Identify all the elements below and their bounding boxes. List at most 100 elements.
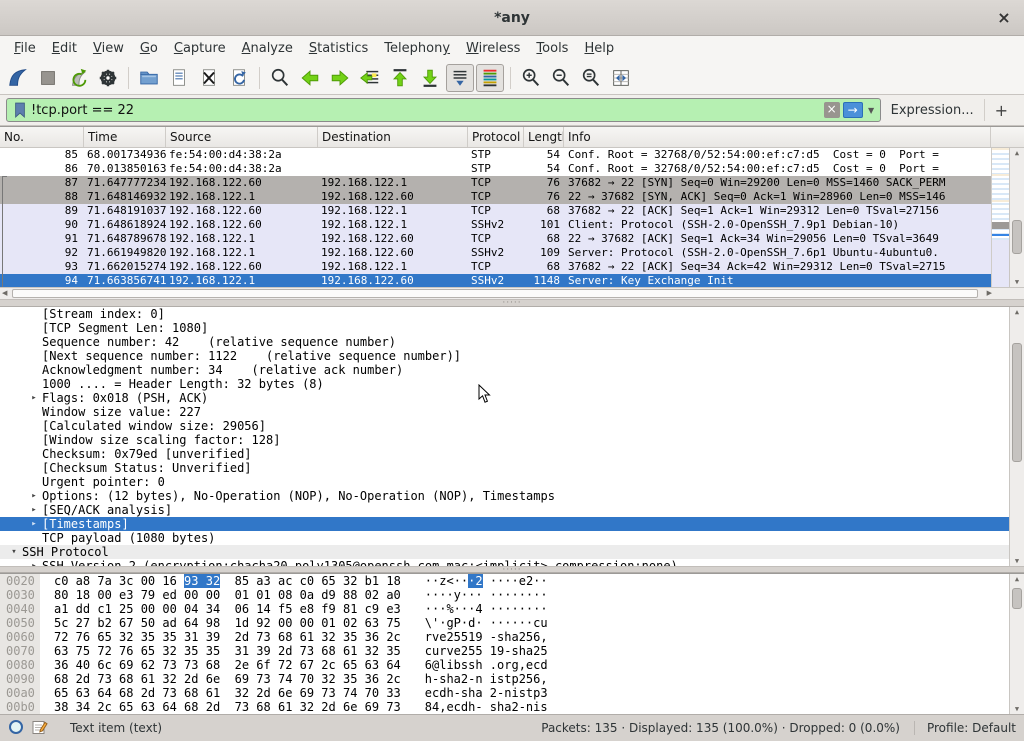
save-file-icon[interactable]	[165, 64, 193, 92]
details-vscrollbar[interactable]: ▲ ▼	[1009, 307, 1024, 566]
start-capture-icon[interactable]	[4, 64, 32, 92]
find-packet-icon[interactable]	[266, 64, 294, 92]
packet-row-94-selected[interactable]: 9471.663856741192.168.122.1192.168.122.6…	[0, 274, 991, 287]
hex-vscrollbar[interactable]: ▲ ▼	[1009, 574, 1024, 714]
menu-wireless[interactable]: Wireless	[458, 38, 528, 59]
menu-capture[interactable]: Capture	[166, 38, 234, 59]
hex-row[interactable]: 003080 18 00 e3 79 ed 00 00 01 01 08 0a …	[0, 588, 1024, 602]
colorize-icon[interactable]	[476, 64, 504, 92]
scroll-up-icon[interactable]: ▲	[1010, 149, 1024, 157]
menu-file[interactable]: File	[6, 38, 44, 59]
menu-go[interactable]: Go	[132, 38, 166, 59]
detail-line[interactable]: 1000 .... = Header Length: 32 bytes (8)	[0, 377, 1024, 391]
scrollbar-thumb[interactable]	[1012, 588, 1022, 609]
expander-icon[interactable]: ▸	[26, 503, 42, 517]
expander-icon[interactable]: ▸	[26, 391, 42, 405]
packet-row-91[interactable]: 9171.648789678192.168.122.1192.168.122.6…	[0, 232, 991, 246]
expression-button[interactable]: Expression...	[887, 103, 978, 118]
close-file-icon[interactable]	[195, 64, 223, 92]
detail-line[interactable]: Urgent pointer: 0	[0, 475, 1024, 489]
go-to-bottom-icon[interactable]	[416, 64, 444, 92]
column-header-destination[interactable]: Destination	[318, 127, 468, 147]
detail-line-seqack[interactable]: ▸[SEQ/ACK analysis]	[0, 503, 1024, 517]
menu-tools[interactable]: Tools	[528, 38, 576, 59]
filter-clear-icon[interactable]: ×	[824, 102, 840, 118]
expander-icon[interactable]: ▸	[26, 489, 42, 503]
detail-line[interactable]: [TCP Segment Len: 1080]	[0, 321, 1024, 335]
capture-options-icon[interactable]	[94, 64, 122, 92]
close-icon[interactable]: ×	[994, 7, 1014, 27]
scroll-right-icon[interactable]: ▶	[987, 289, 992, 297]
display-filter-input[interactable]: !tcp.port == 22 × → ▼	[6, 98, 881, 122]
detail-line-ssh-version[interactable]: ▸SSH Version 2 (encryption:chacha20-poly…	[0, 559, 1024, 566]
zoom-in-icon[interactable]	[517, 64, 545, 92]
packet-list-hscrollbar[interactable]: ◀ ▶	[0, 287, 1024, 299]
detail-line[interactable]: TCP payload (1080 bytes)	[0, 531, 1024, 545]
intelligent-scrollbar-minimap[interactable]	[991, 148, 1009, 287]
expander-icon[interactable]: ▸	[26, 559, 42, 566]
menu-view[interactable]: View	[85, 38, 132, 59]
menu-help[interactable]: Help	[576, 38, 622, 59]
open-file-icon[interactable]	[135, 64, 163, 92]
scroll-up-icon[interactable]: ▲	[1010, 575, 1024, 583]
go-to-top-icon[interactable]	[386, 64, 414, 92]
resize-columns-icon[interactable]	[607, 64, 635, 92]
column-header-time[interactable]: Time	[84, 127, 166, 147]
filter-bookmark-icon[interactable]	[13, 101, 27, 119]
detail-line-flags[interactable]: ▸Flags: 0x018 (PSH, ACK)	[0, 391, 1024, 405]
column-header-protocol[interactable]: Protocol	[468, 127, 524, 147]
packet-row-92[interactable]: 9271.661949820192.168.122.1192.168.122.6…	[0, 246, 991, 260]
hex-row[interactable]: 00b038 34 2c 65 63 64 68 2d 73 68 61 32 …	[0, 700, 1024, 714]
filter-apply-icon[interactable]: →	[843, 102, 863, 118]
detail-line[interactable]: [Stream index: 0]	[0, 307, 1024, 321]
menu-telephony[interactable]: Telephony	[376, 38, 458, 59]
menu-statistics[interactable]: Statistics	[301, 38, 376, 59]
column-header-source[interactable]: Source	[166, 127, 318, 147]
detail-line[interactable]: [Calculated window size: 29056]	[0, 419, 1024, 433]
column-header-no[interactable]: No.	[0, 127, 84, 147]
hex-row[interactable]: 007063 75 72 76 65 32 35 35 31 39 2d 73 …	[0, 644, 1024, 658]
reload-file-icon[interactable]	[225, 64, 253, 92]
scrollbar-thumb[interactable]	[1012, 343, 1022, 462]
go-forward-icon[interactable]	[326, 64, 354, 92]
detail-line-timestamps-selected[interactable]: ▸[Timestamps]	[0, 517, 1024, 531]
zoom-original-icon[interactable]	[577, 64, 605, 92]
restart-capture-icon[interactable]	[64, 64, 92, 92]
hex-row[interactable]: 0020c0 a8 7a 3c 00 16 93 32 85 a3 ac c0 …	[0, 574, 1024, 588]
pane-splitter[interactable]: ·····	[0, 299, 1024, 307]
scrollbar-thumb[interactable]	[1012, 220, 1022, 253]
detail-line[interactable]: Sequence number: 42 (relative sequence n…	[0, 335, 1024, 349]
scroll-up-icon[interactable]: ▲	[1010, 308, 1024, 316]
detail-line[interactable]: [Next sequence number: 1122 (relative se…	[0, 349, 1024, 363]
hex-row[interactable]: 006072 76 65 32 35 35 31 39 2d 73 68 61 …	[0, 630, 1024, 644]
packet-list-vscrollbar[interactable]: ▲ ▼	[1009, 148, 1024, 287]
filter-dropdown-icon[interactable]: ▼	[865, 106, 878, 115]
expander-icon[interactable]: ▾	[6, 545, 22, 559]
scroll-down-icon[interactable]: ▼	[1010, 278, 1024, 286]
detail-line[interactable]: [Window size scaling factor: 128]	[0, 433, 1024, 447]
hex-row[interactable]: 0040a1 dd c1 25 00 00 04 34 06 14 f5 e8 …	[0, 602, 1024, 616]
auto-scroll-icon[interactable]	[446, 64, 474, 92]
hex-row[interactable]: 009068 2d 73 68 61 32 2d 6e 69 73 74 70 …	[0, 672, 1024, 686]
scroll-down-icon[interactable]: ▼	[1010, 557, 1024, 565]
packet-row-93[interactable]: 9371.662015274192.168.122.60192.168.122.…	[0, 260, 991, 274]
hex-row[interactable]: 008036 40 6c 69 62 73 73 68 2e 6f 72 67 …	[0, 658, 1024, 672]
menu-analyze[interactable]: Analyze	[234, 38, 301, 59]
detail-line[interactable]: Acknowledgment number: 34 (relative ack …	[0, 363, 1024, 377]
packet-row-90[interactable]: 9071.648618924192.168.122.60192.168.122.…	[0, 218, 991, 232]
filter-value[interactable]: !tcp.port == 22	[31, 103, 824, 118]
detail-line[interactable]: Checksum: 0x79ed [unverified]	[0, 447, 1024, 461]
detail-line-ssh-protocol[interactable]: ▾SSH Protocol	[0, 545, 1024, 559]
scroll-down-icon[interactable]: ▼	[1010, 705, 1024, 713]
menu-edit[interactable]: Edit	[44, 38, 85, 59]
detail-line[interactable]: Window size value: 227	[0, 405, 1024, 419]
zoom-out-icon[interactable]	[547, 64, 575, 92]
expander-icon[interactable]: ▸	[26, 517, 42, 531]
column-header-length[interactable]: Length	[524, 127, 564, 147]
add-filter-button[interactable]: +	[984, 99, 1018, 121]
stop-capture-icon[interactable]	[34, 64, 62, 92]
packet-row-88[interactable]: 8871.648146932192.168.122.1192.168.122.6…	[0, 190, 991, 204]
detail-line-options[interactable]: ▸Options: (12 bytes), No-Operation (NOP)…	[0, 489, 1024, 503]
packet-row-86[interactable]: 8670.013850163fe:54:00:d4:38:2aSTP54Conf…	[0, 162, 991, 176]
go-to-packet-icon[interactable]	[356, 64, 384, 92]
